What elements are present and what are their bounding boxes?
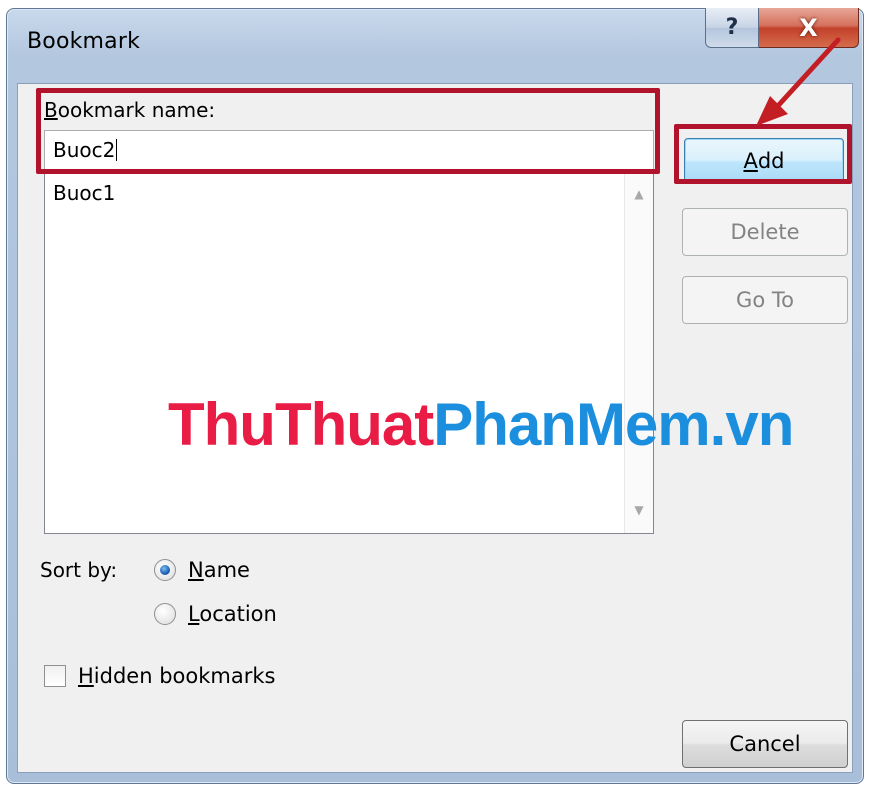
name-field-highlight	[36, 88, 660, 174]
delete-button[interactable]: Delete	[682, 208, 848, 256]
hidden-bookmarks-checkbox[interactable]	[44, 665, 66, 687]
sort-name-radio[interactable]	[154, 559, 176, 581]
close-x-icon: X	[799, 13, 818, 42]
hidden-bookmarks-option[interactable]: Hidden bookmarks	[44, 664, 275, 688]
sort-name-label: Name	[188, 558, 250, 582]
sort-location-label: Location	[188, 602, 277, 626]
vertical-scrollbar[interactable]: ▲ ▼	[624, 171, 653, 533]
watermark: ThuThuatPhanMem.vn	[168, 391, 794, 458]
sort-name-option[interactable]: Name	[154, 558, 250, 582]
triangle-down-icon[interactable]: ▼	[625, 495, 653, 525]
close-button[interactable]: X	[759, 8, 859, 48]
sort-location-radio[interactable]	[154, 603, 176, 625]
goto-button[interactable]: Go To	[682, 276, 848, 324]
list-item[interactable]: Buoc1	[53, 181, 115, 205]
dialog-title: Bookmark	[27, 29, 141, 54]
caption-buttons: ? X	[705, 8, 859, 52]
title-bar: Bookmark ? X	[7, 8, 863, 83]
sort-location-option[interactable]: Location	[154, 602, 277, 626]
add-button-highlight	[674, 124, 852, 184]
help-button[interactable]: ?	[705, 8, 759, 48]
sort-by-label: Sort by:	[40, 558, 118, 582]
triangle-up-icon[interactable]: ▲	[625, 179, 653, 209]
question-mark-icon: ?	[725, 15, 739, 40]
hidden-bookmarks-label: Hidden bookmarks	[78, 664, 276, 688]
bookmark-list[interactable]: Buoc1 ▲ ▼	[44, 170, 654, 534]
cancel-button[interactable]: Cancel	[682, 720, 848, 768]
radio-selected-dot	[160, 565, 170, 575]
